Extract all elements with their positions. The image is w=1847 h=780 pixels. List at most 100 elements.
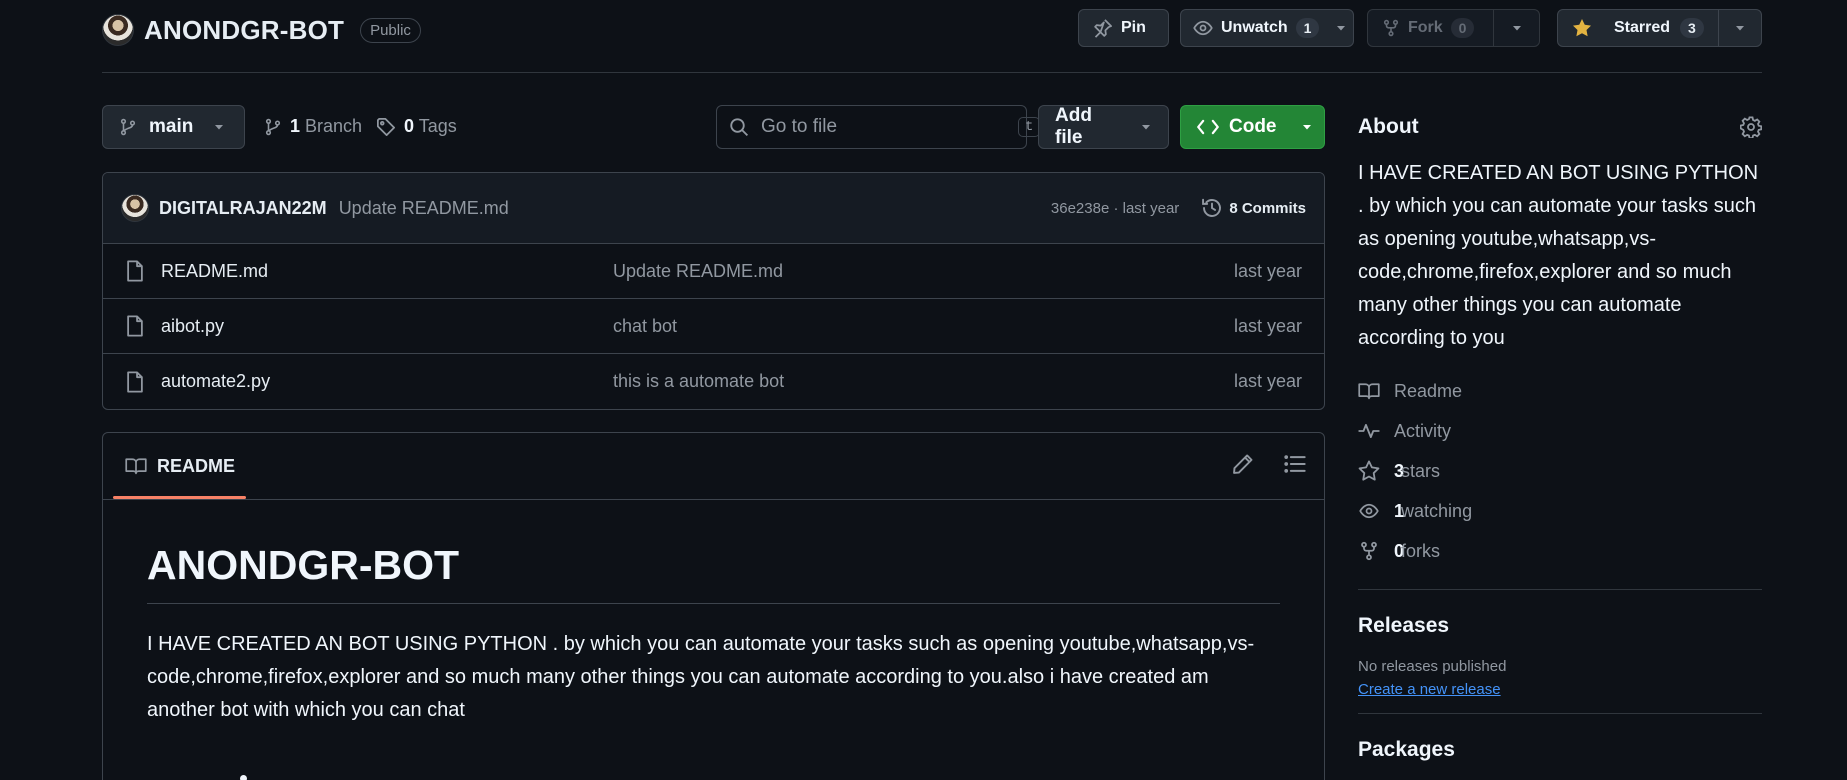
watch-counter: 1 [1295,18,1320,38]
eye-icon [1193,18,1213,38]
fork-label: Fork [1408,19,1443,36]
add-file-label: Add file [1055,105,1092,148]
sidebar-divider [1358,589,1762,590]
watch-dropdown[interactable] [1329,10,1353,46]
tag-label: Tags [418,116,457,136]
stars-label: stars [1401,460,1441,481]
file-row[interactable]: automate2.py this is a automate bot last… [103,354,1324,409]
caret-down-icon [1335,22,1347,34]
pulse-icon [1358,421,1380,441]
tags-link[interactable]: 0 Tags [376,116,457,137]
readme-link-label: Readme [1394,380,1463,401]
branches-link[interactable]: 1 Branch [264,116,362,137]
file-commit-message[interactable]: chat bot [613,316,677,337]
star-dropdown[interactable] [1717,10,1761,46]
activity-link-label: Activity [1394,420,1452,441]
commits-link[interactable]: 8 Commits [1201,197,1306,219]
list-bullet [240,775,247,780]
code-button[interactable]: Code [1180,105,1325,149]
book-icon [125,456,147,476]
pin-icon [1093,18,1113,38]
latest-commit-bar: DIGITALRAJAN22M Update README.md 36e238e… [103,173,1324,244]
watching-link[interactable]: 1 watching [1358,491,1762,531]
starred-button[interactable]: Starred 3 [1557,9,1762,47]
repo-name[interactable]: ANONDGR-BOT [144,15,344,46]
fork-icon [1358,541,1380,561]
fork-button[interactable]: Fork 0 [1367,9,1540,47]
about-title: About [1358,115,1419,138]
releases-title[interactable]: Releases [1358,614,1762,638]
caret-down-icon [1301,121,1313,133]
file-table: DIGITALRAJAN22M Update README.md 36e238e… [102,172,1325,410]
readme-tab[interactable]: README [125,433,235,499]
unwatch-label: Unwatch [1221,19,1288,36]
unwatch-button[interactable]: Unwatch 1 [1180,9,1354,47]
caret-down-icon [1140,121,1152,133]
branch-count: 1 [290,116,301,136]
activity-link[interactable]: Activity [1358,411,1762,451]
file-commit-date: last year [1233,315,1302,336]
commit-author-avatar[interactable] [121,194,149,222]
header-divider [102,72,1762,73]
fork-dropdown[interactable] [1493,10,1539,46]
readme-paragraph: I HAVE CREATED AN BOT USING PYTHON . by … [147,633,1255,721]
starred-label: Starred [1614,19,1671,36]
book-icon [1358,381,1380,401]
branch-selector[interactable]: main [102,105,245,149]
sidebar-divider [1358,713,1762,714]
create-release-link[interactable]: Create a new release [1358,681,1501,698]
watching-label: watching [1401,500,1473,521]
pin-label: Pin [1121,19,1146,36]
branch-icon [119,118,137,136]
go-to-file-search[interactable]: t [716,105,1041,149]
forks-label: forks [1401,540,1441,561]
stars-link[interactable]: 3 stars [1358,451,1762,491]
commits-label: 8 Commits [1229,199,1306,217]
gear-icon[interactable] [1740,116,1762,138]
file-commit-message[interactable]: this is a automate bot [613,371,784,392]
readme-heading: ANONDGR-BOT [147,542,1280,604]
code-icon [1197,118,1219,136]
file-icon [125,260,145,282]
caret-down-icon [1511,22,1523,34]
file-commit-date: last year [1233,371,1302,391]
star-icon [1358,460,1380,482]
file-commit-message[interactable]: Update README.md [613,261,783,282]
eye-icon [1358,501,1380,521]
readme-header: README [103,433,1324,500]
repo-header: ANONDGR-BOT Public [102,12,421,48]
forks-link[interactable]: 0 forks [1358,531,1762,571]
packages-title[interactable]: Packages [1358,738,1762,762]
go-to-file-input[interactable] [761,116,1006,138]
tag-count: 0 [404,116,415,136]
add-file-button[interactable]: Add file [1038,105,1169,149]
branch-icon [264,118,282,136]
owner-avatar[interactable] [102,14,134,46]
repo-sidebar: About I HAVE CREATED AN BOT USING PYTHON… [1358,105,1762,762]
file-commit-date: last year [1233,260,1302,281]
branch-name: main [149,116,194,137]
commit-sha-time[interactable]: 36e238e · last year [1051,200,1179,217]
readme-body: ANONDGR-BOT I HAVE CREATED AN BOT USING … [103,500,1324,727]
pencil-icon[interactable] [1232,453,1254,475]
caret-down-icon [1734,22,1746,34]
active-tab-underline [113,496,246,499]
tag-icon [376,117,396,137]
fork-icon [1382,19,1400,37]
file-name[interactable]: automate2.py [161,371,270,392]
readme-link[interactable]: Readme [1358,371,1762,411]
pin-button[interactable]: Pin [1078,9,1169,47]
code-label: Code [1229,116,1277,137]
readme-panel: README ANONDGR-BOT I HAVE CREATED AN BOT… [102,432,1325,780]
file-row[interactable]: aibot.py chat bot last year [103,299,1324,354]
readme-tab-label: README [157,455,236,476]
outline-list-icon[interactable] [1284,453,1306,475]
file-row[interactable]: README.md Update README.md last year [103,244,1324,299]
commit-author[interactable]: DIGITALRAJAN22M [159,198,327,219]
no-releases-text: No releases published [1358,658,1507,675]
star-counter: 3 [1680,18,1704,38]
file-name[interactable]: aibot.py [161,316,224,337]
caret-down-icon [213,121,225,133]
file-name[interactable]: README.md [161,261,268,282]
commit-message[interactable]: Update README.md [339,198,509,219]
